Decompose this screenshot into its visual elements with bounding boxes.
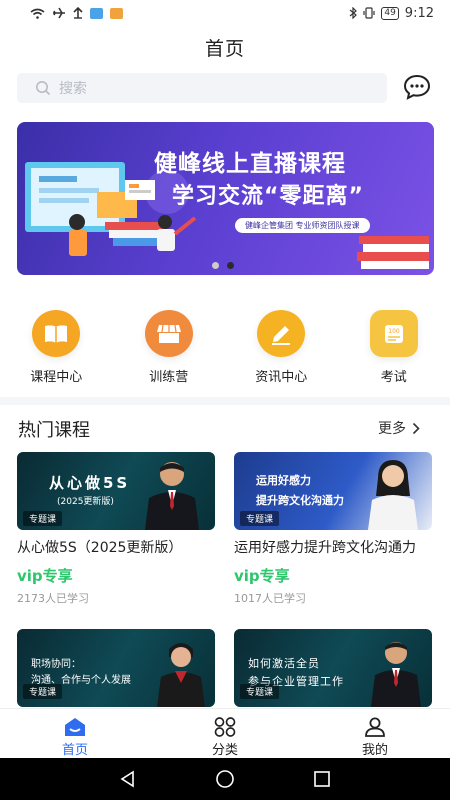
course-title: 运用好感力提升跨文化沟通力 — [234, 540, 416, 556]
category-label: 资讯中心 — [255, 370, 308, 385]
status-bar: 49 9:12 — [0, 0, 450, 26]
vip-badge: vip专享 — [17, 567, 73, 585]
learner-count: 2173人已学习 — [17, 592, 89, 605]
course-thumbnail: 运用好感力 提升跨文化沟通力 专题课 — [234, 452, 432, 530]
svg-text:100: 100 — [388, 328, 400, 335]
airplane-icon — [53, 7, 65, 19]
grid-icon — [214, 717, 236, 737]
thumbnail-subtitle: (2025更新版) — [57, 497, 114, 507]
course-thumbnail: 从心做5S (2025更新版) 专题课 — [17, 452, 215, 530]
section-divider — [0, 397, 450, 405]
battery-indicator: 49 — [381, 6, 399, 20]
thumbnail-title: 从心做5S — [49, 474, 131, 492]
category-icon-wrap — [32, 310, 81, 357]
instructor-photo — [145, 462, 199, 530]
carousel-indicator — [212, 262, 234, 269]
category-grid: 课程中心 训练营 资讯中心 100 考试 — [0, 310, 450, 385]
book-icon — [45, 324, 68, 343]
category-icon-wrap: 100 — [369, 310, 418, 357]
course-card[interactable]: 运用好感力 提升跨文化沟通力 专题课 运用好感力提升跨文化沟通力 vip专享 1… — [234, 452, 432, 606]
category-training-camp[interactable]: 训练营 — [113, 310, 226, 385]
course-type-tag: 专题课 — [23, 511, 63, 526]
search-placeholder: 搜索 — [59, 81, 87, 97]
instructor-photo — [371, 642, 421, 707]
nav-home[interactable]: 首页 — [0, 709, 150, 758]
thumbnail-subtitle: 提升跨文化沟通力 — [256, 494, 344, 507]
store-icon — [156, 324, 181, 343]
banner-tagline: 健峰企管集团 专业师资团队授课 — [235, 218, 370, 233]
course-thumbnail: 如何激活全员 参与企业管理工作 专题课 — [234, 629, 432, 707]
wifi-icon — [30, 8, 45, 19]
page-title: 首页 — [204, 38, 245, 60]
category-news-center[interactable]: 资讯中心 — [225, 310, 338, 385]
category-exam[interactable]: 100 考试 — [338, 310, 450, 385]
edit-icon — [272, 325, 291, 345]
thumbnail-title: 如何激活全员 — [248, 657, 320, 670]
category-icon-wrap — [144, 310, 193, 357]
promo-banner[interactable]: 健峰线上直播课程 学习交流“零距离” 健峰企管集团 专业师资团队授课 — [17, 122, 434, 275]
more-label: 更多 — [378, 421, 406, 437]
banner-subtitle: 学习交流“零距离” — [172, 184, 364, 209]
back-icon[interactable] — [119, 770, 137, 788]
nav-category[interactable]: 分类 — [150, 709, 300, 758]
message-button[interactable] — [403, 74, 431, 100]
course-title: 从心做5S（2025更新版） — [17, 540, 183, 556]
banner-title: 健峰线上直播课程 — [154, 151, 346, 177]
course-type-tag: 专题课 — [240, 511, 280, 526]
system-navigation-bar — [0, 758, 450, 800]
chat-bubble-icon — [403, 74, 431, 100]
category-label: 考试 — [380, 370, 407, 385]
thumbnail-title: 运用好感力 — [256, 474, 311, 487]
user-icon — [365, 717, 385, 737]
search-icon — [36, 81, 51, 96]
course-card[interactable]: 职场协同： 沟通、合作与个人发展 专题课 — [17, 629, 215, 707]
search-input[interactable]: 搜索 — [17, 73, 387, 103]
vibrate-icon — [363, 7, 375, 19]
recents-icon[interactable] — [313, 770, 331, 788]
home-button-icon[interactable] — [215, 769, 235, 789]
category-icon-wrap — [257, 310, 306, 357]
nav-label: 分类 — [211, 743, 238, 758]
nav-label: 我的 — [361, 743, 388, 758]
app-notification-icon — [90, 7, 103, 19]
category-label: 课程中心 — [30, 370, 83, 385]
vip-badge: vip专享 — [234, 567, 290, 585]
bluetooth-icon — [349, 7, 358, 19]
clock: 9:12 — [404, 5, 434, 21]
nav-label: 首页 — [61, 743, 88, 758]
category-label: 训练营 — [149, 370, 189, 385]
upload-icon — [73, 7, 83, 19]
carousel-dot-active[interactable] — [227, 262, 234, 269]
status-icons-left — [30, 7, 123, 19]
course-card[interactable]: 从心做5S (2025更新版) 专题课 从心做5S（2025更新版） vip专享… — [17, 452, 215, 606]
app-notification-icon — [110, 7, 123, 19]
exam-icon: 100 — [384, 324, 403, 343]
course-card[interactable]: 如何激活全员 参与企业管理工作 专题课 — [234, 629, 432, 707]
course-type-tag: 专题课 — [23, 684, 63, 699]
status-icons-right: 49 9:12 — [349, 6, 434, 21]
learner-count: 1017人已学习 — [234, 592, 306, 605]
course-type-tag: 专题课 — [240, 684, 280, 699]
instructor-photo — [157, 643, 205, 707]
more-link[interactable]: 更多 — [378, 418, 420, 438]
category-course-center[interactable]: 课程中心 — [0, 310, 113, 385]
course-thumbnail: 职场协同： 沟通、合作与个人发展 专题课 — [17, 629, 215, 707]
chevron-right-icon — [412, 422, 420, 434]
bottom-nav: 首页 分类 我的 — [0, 708, 450, 758]
nav-profile[interactable]: 我的 — [300, 709, 450, 758]
carousel-dot[interactable] — [212, 262, 219, 269]
thumbnail-title: 职场协同： — [31, 659, 81, 670]
home-icon — [65, 718, 85, 736]
section-title: 热门课程 — [18, 420, 90, 441]
instructor-photo — [368, 460, 418, 530]
